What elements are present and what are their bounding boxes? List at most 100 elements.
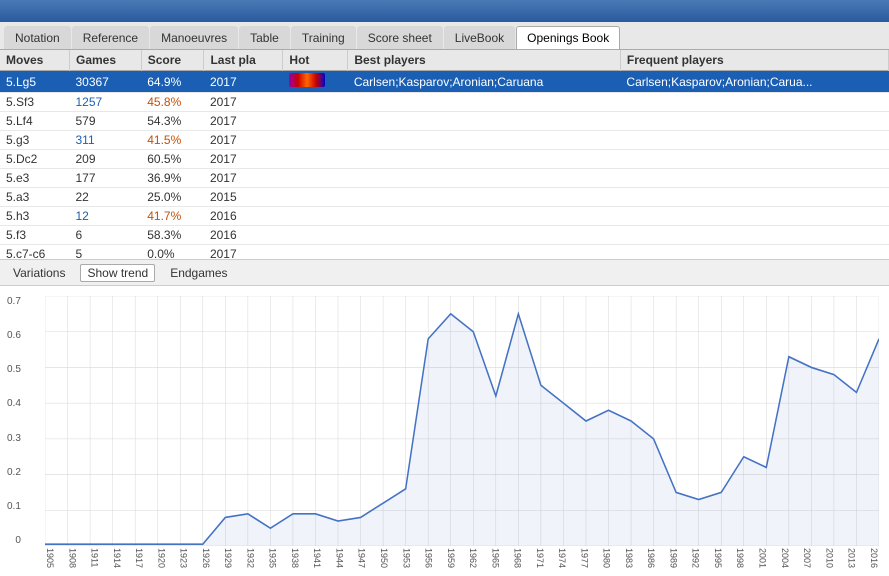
cell-best-players: [348, 188, 621, 207]
cell-last-pla: 2017: [204, 150, 283, 169]
x-axis-label: 1956: [424, 548, 434, 568]
x-axis-label: 1947: [357, 548, 367, 568]
cell-best-players: [348, 245, 621, 261]
x-axis-label: 1935: [268, 548, 278, 568]
x-axis-label: 1932: [245, 548, 255, 568]
cell-best-players: Carlsen;Kasparov;Aronian;Caruana: [348, 71, 621, 93]
cell-hot: [283, 150, 348, 169]
x-axis: 1905190819111914191719201923192619291932…: [45, 548, 879, 568]
cell-score: 0.0%: [141, 245, 204, 261]
sub-tab-endgames[interactable]: Endgames: [163, 264, 234, 282]
y-axis-label: 0.5: [7, 364, 21, 375]
x-axis-label: 1974: [557, 548, 567, 568]
tab-manoeuvres[interactable]: Manoeuvres: [150, 26, 238, 49]
table-row[interactable]: 5.f3658.3%2016: [0, 226, 889, 245]
sub-tab-variations[interactable]: Variations: [6, 264, 72, 282]
tab-scoresheet[interactable]: Score sheet: [357, 26, 443, 49]
x-axis-label: 2010: [824, 548, 834, 568]
table-row[interactable]: 5.Lg53036764.9%2017Carlsen;Kasparov;Aron…: [0, 71, 889, 93]
x-axis-label: 1929: [223, 548, 233, 568]
cell-games: 5: [69, 245, 141, 261]
cell-games: 22: [69, 188, 141, 207]
cell-frequent-players: [620, 226, 888, 245]
x-axis-label: 1989: [668, 548, 678, 568]
x-axis-label: 1953: [401, 548, 411, 568]
cell-hot: [283, 226, 348, 245]
cell-best-players: [348, 112, 621, 131]
cell-moves: 5.f3: [0, 226, 69, 245]
table-body: 5.Lg53036764.9%2017Carlsen;Kasparov;Aron…: [0, 71, 889, 261]
cell-score: 64.9%: [141, 71, 204, 93]
cell-score: 60.5%: [141, 150, 204, 169]
col-header-last-pla[interactable]: Last pla: [204, 50, 283, 71]
col-header-frequent-players[interactable]: Frequent players: [620, 50, 888, 71]
cell-moves: 5.c7-c6: [0, 245, 69, 261]
cell-hot: [283, 112, 348, 131]
cell-best-players: [348, 169, 621, 188]
x-axis-label: 1944: [334, 548, 344, 568]
col-header-games[interactable]: Games: [69, 50, 141, 71]
table-row[interactable]: 5.Sf3125745.8%2017: [0, 93, 889, 112]
y-axis-label: 0: [7, 535, 21, 546]
cell-last-pla: 2015: [204, 188, 283, 207]
cell-hot: [283, 207, 348, 226]
tab-notation[interactable]: Notation: [4, 26, 71, 49]
cell-score: 58.3%: [141, 226, 204, 245]
table-row[interactable]: 5.e317736.9%2017: [0, 169, 889, 188]
table-row[interactable]: 5.c7-c650.0%2017: [0, 245, 889, 261]
cell-best-players: [348, 226, 621, 245]
tab-reference[interactable]: Reference: [72, 26, 149, 49]
cell-frequent-players: [620, 245, 888, 261]
cell-last-pla: 2017: [204, 245, 283, 261]
x-axis-label: 1992: [691, 548, 701, 568]
y-axis-label: 0.3: [7, 433, 21, 444]
cell-games: 30367: [69, 71, 141, 93]
y-axis-label: 0.6: [7, 330, 21, 341]
cell-games: 177: [69, 169, 141, 188]
x-axis-label: 1971: [535, 548, 545, 568]
x-axis-label: 1908: [67, 548, 77, 568]
cell-last-pla: 2017: [204, 169, 283, 188]
table-row[interactable]: 5.g331141.5%2017: [0, 131, 889, 150]
sub-tab-bar: Variations Show trend Endgames: [0, 260, 889, 286]
tab-training[interactable]: Training: [291, 26, 356, 49]
y-axis-label: 0.4: [7, 398, 21, 409]
table-row[interactable]: 5.a32225.0%2015: [0, 188, 889, 207]
x-axis-label: 1983: [624, 548, 634, 568]
cell-games: 209: [69, 150, 141, 169]
hot-indicator: [289, 73, 325, 87]
x-axis-label: 1923: [179, 548, 189, 568]
col-header-score[interactable]: Score: [141, 50, 204, 71]
y-axis-label: 0.2: [7, 467, 21, 478]
table-row[interactable]: 5.h31241.7%2016: [0, 207, 889, 226]
cell-moves: 5.Lf4: [0, 112, 69, 131]
sub-tab-showtrend[interactable]: Show trend: [80, 264, 155, 282]
cell-score: 41.5%: [141, 131, 204, 150]
cell-frequent-players: [620, 207, 888, 226]
cell-games: 579: [69, 112, 141, 131]
tab-table[interactable]: Table: [239, 26, 290, 49]
cell-frequent-players: [620, 169, 888, 188]
x-axis-label: 2007: [802, 548, 812, 568]
x-axis-label: 1998: [735, 548, 745, 568]
tab-livebook[interactable]: LiveBook: [444, 26, 515, 49]
table-row[interactable]: 5.Lf457954.3%2017: [0, 112, 889, 131]
cell-last-pla: 2017: [204, 93, 283, 112]
x-axis-label: 2013: [847, 548, 857, 568]
cell-games: 6: [69, 226, 141, 245]
tab-openingsbook[interactable]: Openings Book: [516, 26, 620, 49]
col-header-hot[interactable]: Hot: [283, 50, 348, 71]
cell-moves: 5.Sf3: [0, 93, 69, 112]
y-axis-label: 0.7: [7, 296, 21, 307]
cell-best-players: [348, 93, 621, 112]
col-header-best-players[interactable]: Best players: [348, 50, 621, 71]
cell-hot: [283, 71, 348, 93]
cell-moves: 5.g3: [0, 131, 69, 150]
cell-score: 36.9%: [141, 169, 204, 188]
cell-score: 25.0%: [141, 188, 204, 207]
cell-games: 1257: [69, 93, 141, 112]
cell-moves: 5.Dc2: [0, 150, 69, 169]
cell-games: 311: [69, 131, 141, 150]
table-row[interactable]: 5.Dc220960.5%2017: [0, 150, 889, 169]
col-header-moves[interactable]: Moves: [0, 50, 69, 71]
